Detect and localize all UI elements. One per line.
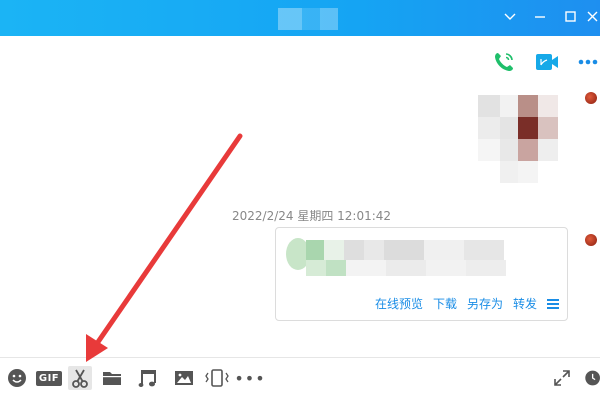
contact-name-blurred	[278, 8, 338, 30]
user-avatar-small[interactable]	[585, 92, 597, 104]
expand-icon[interactable]	[550, 366, 574, 390]
emoji-icon[interactable]	[5, 366, 29, 390]
gif-icon[interactable]: GIF	[35, 366, 63, 390]
voice-call-icon[interactable]	[490, 48, 518, 76]
more-options-icon[interactable]	[576, 48, 600, 76]
collapse-chevron-icon[interactable]	[498, 6, 522, 28]
more-icon[interactable]: •••	[234, 366, 266, 390]
preview-online-link[interactable]: 在线预览	[375, 295, 423, 312]
maximize-icon[interactable]	[558, 6, 582, 28]
title-bar	[0, 0, 600, 36]
toolbar-divider	[0, 357, 600, 358]
user-avatar-small[interactable]	[585, 234, 597, 246]
video-call-icon[interactable]	[533, 48, 561, 76]
download-link[interactable]: 下载	[433, 295, 457, 312]
forward-link[interactable]: 转发	[513, 295, 537, 312]
file-action-bar: 在线预览 下载 另存为 转发	[375, 295, 559, 312]
more-label: •••	[234, 368, 266, 388]
file-info-blurred	[286, 238, 506, 276]
folder-icon[interactable]	[100, 366, 124, 390]
menu-lines-icon[interactable]	[547, 298, 559, 309]
history-icon[interactable]	[582, 366, 600, 390]
message-timestamp: 2022/2/24 星期四 12:01:42	[232, 209, 392, 223]
close-icon[interactable]	[582, 6, 600, 28]
gif-label: GIF	[35, 370, 63, 386]
music-note-icon[interactable]	[136, 366, 160, 390]
save-as-link[interactable]: 另存为	[467, 295, 503, 312]
file-message-card[interactable]: 在线预览 下载 另存为 转发	[275, 227, 568, 321]
minimize-icon[interactable]	[528, 6, 552, 28]
shared-image-blurred[interactable]	[470, 95, 570, 195]
shake-window-icon[interactable]	[204, 366, 230, 390]
image-icon[interactable]	[172, 366, 196, 390]
scissors-screenshot-icon[interactable]	[68, 366, 92, 390]
